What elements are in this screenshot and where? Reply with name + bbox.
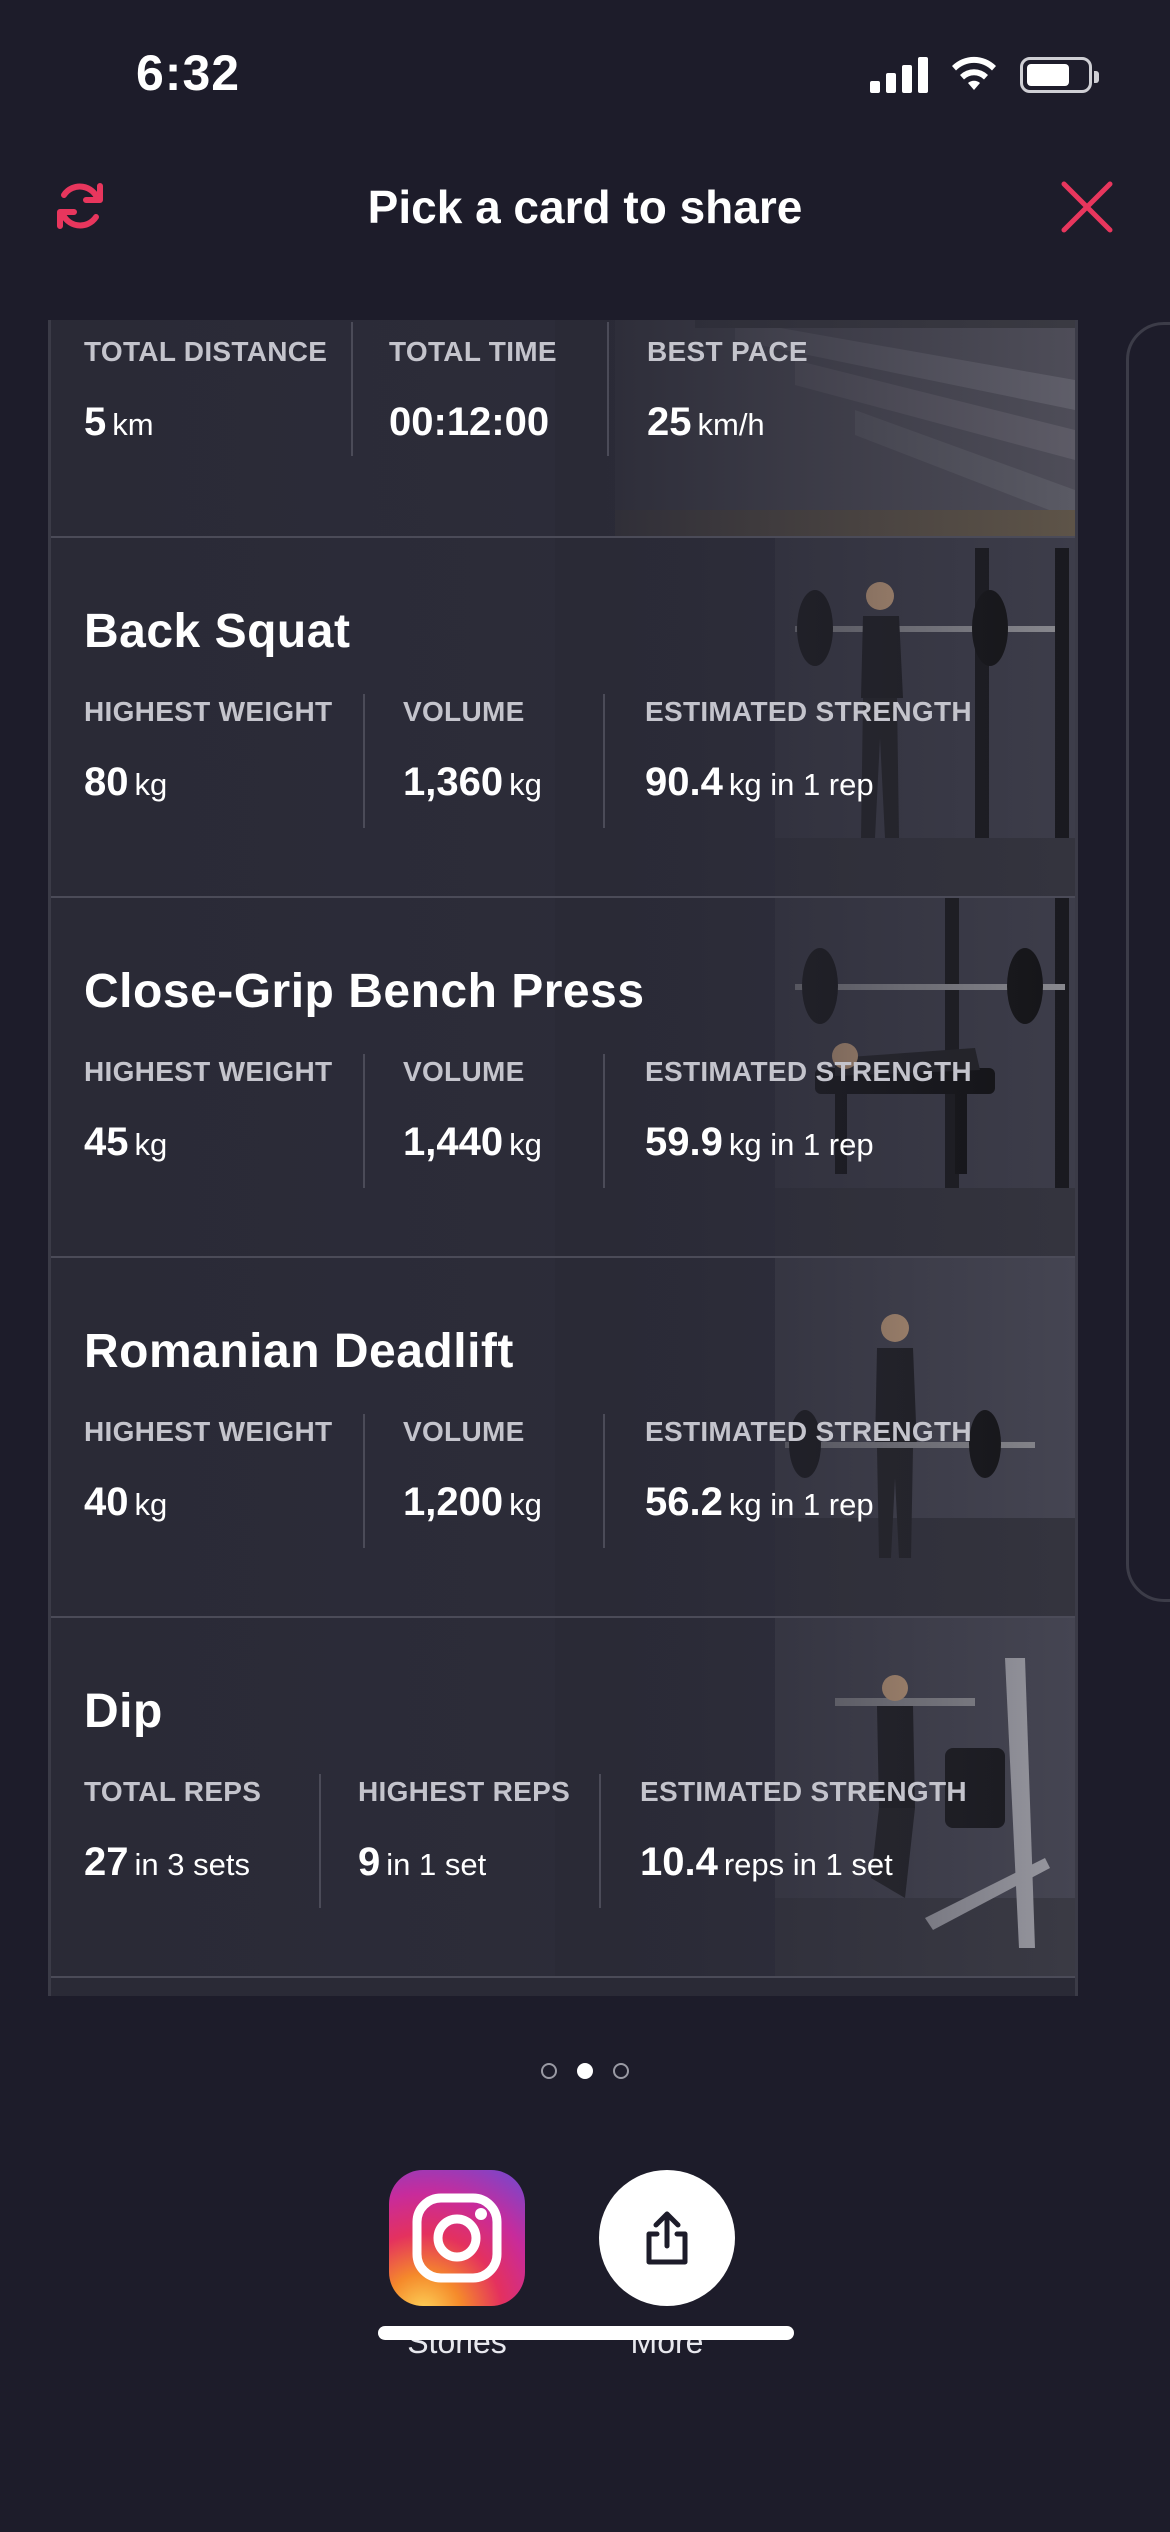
divider <box>363 1054 365 1188</box>
status-time: 6:32 <box>136 45 241 101</box>
stat-value: 9 in 1 set <box>358 1840 487 1884</box>
stat-value: 56.2 kg in 1 rep <box>645 1480 874 1524</box>
stat-label: ESTIMATED STRENGTH <box>645 696 972 727</box>
instagram-icon <box>389 2170 525 2306</box>
stat-label: ESTIMATED STRENGTH <box>645 1416 972 1447</box>
stat-value: 27 in 3 sets <box>84 1840 250 1884</box>
exercise-section-dip: Dip TOTAL REPS 27 in 3 sets HIGHEST REPS … <box>51 1618 1075 1978</box>
stat-value: 00:12:00 <box>389 400 550 444</box>
exercise-section-close-grip-bench-press: Close-Grip Bench Press HIGHEST WEIGHT 45… <box>51 898 1075 1258</box>
wifi-icon <box>952 56 996 90</box>
stat-value: 1,200 kg <box>403 1480 542 1524</box>
stat-label: VOLUME <box>403 696 525 727</box>
cellular-signal-icon <box>870 57 928 93</box>
image-fade <box>555 320 1075 536</box>
stat-value: 5 km <box>84 400 154 444</box>
exercise-title: Back Squat <box>84 605 351 658</box>
stat-label: VOLUME <box>403 1056 525 1087</box>
divider <box>363 694 365 828</box>
page-dot[interactable] <box>613 2063 629 2079</box>
stat-label: TOTAL TIME <box>389 336 557 367</box>
divider <box>319 1774 321 1908</box>
exercise-title: Close-Grip Bench Press <box>84 965 645 1018</box>
stat-value: 10.4 reps in 1 set <box>640 1840 893 1884</box>
stat-label: VOLUME <box>403 1416 525 1447</box>
divider <box>607 322 609 456</box>
divider <box>351 322 353 456</box>
exercise-section-romanian-deadlift: Romanian Deadlift HIGHEST WEIGHT 40 kg VO… <box>51 1258 1075 1618</box>
divider <box>599 1774 601 1908</box>
share-card-screen: 6:32 Pick a card to share TOTAL DISTANCE… <box>0 0 1170 2532</box>
stat-label: HIGHEST REPS <box>358 1776 571 1807</box>
page-dot-active[interactable] <box>577 2063 593 2079</box>
stat-label: ESTIMATED STRENGTH <box>645 1056 972 1087</box>
stat-label: TOTAL DISTANCE <box>84 336 328 367</box>
exercise-title: Dip <box>84 1685 163 1738</box>
stat-label: BEST PACE <box>647 336 808 367</box>
divider <box>603 1414 605 1548</box>
stat-value: 45 kg <box>84 1120 168 1164</box>
stat-label: ESTIMATED STRENGTH <box>640 1776 967 1807</box>
stat-label: HIGHEST WEIGHT <box>84 1056 333 1087</box>
page-dot[interactable] <box>541 2063 557 2079</box>
page-title: Pick a card to share <box>367 181 803 233</box>
stat-value: 80 kg <box>84 760 168 804</box>
share-card[interactable]: TOTAL DISTANCE 5 km TOTAL TIME 00:12:00 B… <box>48 320 1078 1996</box>
divider <box>603 694 605 828</box>
home-indicator[interactable] <box>378 2326 794 2340</box>
stat-value: 40 kg <box>84 1480 168 1524</box>
battery-icon <box>1020 57 1099 93</box>
stat-value: 90.4 kg in 1 rep <box>645 760 874 804</box>
next-card-preview[interactable] <box>1126 322 1170 1602</box>
stat-value: 59.9 kg in 1 rep <box>645 1120 874 1164</box>
share-icon <box>599 2170 735 2306</box>
divider <box>603 1054 605 1188</box>
stat-value: 1,440 kg <box>403 1120 542 1164</box>
exercise-section-back-squat: Back Squat HIGHEST WEIGHT 80 kg VOLUME 1,… <box>51 538 1075 898</box>
stat-value: 25 km/h <box>647 400 765 444</box>
stat-label: HIGHEST WEIGHT <box>84 1416 333 1447</box>
close-icon[interactable] <box>1060 180 1114 234</box>
run-summary-section: TOTAL DISTANCE 5 km TOTAL TIME 00:12:00 B… <box>51 320 1075 538</box>
divider <box>363 1414 365 1548</box>
stat-label: TOTAL REPS <box>84 1776 262 1807</box>
stat-label: HIGHEST WEIGHT <box>84 696 333 727</box>
exercise-title: Romanian Deadlift <box>84 1325 514 1378</box>
page-indicator <box>0 2063 1170 2079</box>
stat-value: 1,360 kg <box>403 760 542 804</box>
status-icons <box>870 56 1099 94</box>
